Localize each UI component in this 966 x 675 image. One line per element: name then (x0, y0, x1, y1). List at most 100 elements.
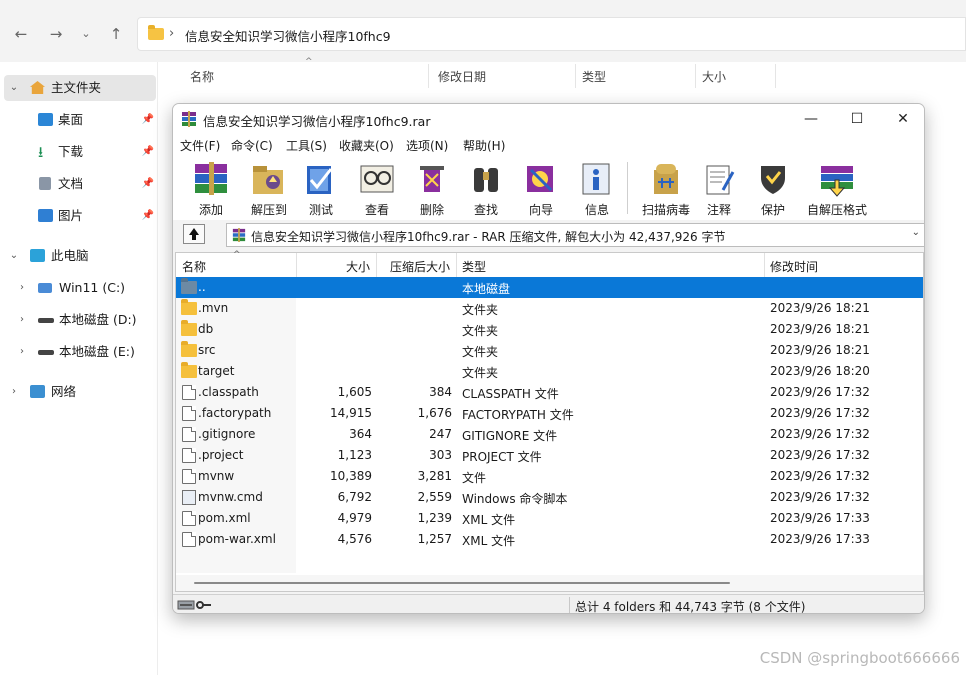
wizard-button[interactable]: 向导 (519, 158, 563, 218)
cell-name: pom-war.xml (198, 532, 276, 546)
drive-icon (38, 350, 54, 355)
forward-arrow-icon[interactable]: → (43, 22, 69, 46)
tool-label: 扫描病毒 (641, 203, 690, 217)
cell-type: 文件夹 (462, 345, 499, 359)
sidebar-item-drive-e[interactable]: › 本地磁盘 (E:) (0, 339, 154, 365)
table-row[interactable]: .factorypath 14,915 1,676 FACTORYPATH 文件 202… (176, 403, 923, 424)
column-divider[interactable] (376, 253, 377, 277)
scan-virus-button[interactable]: 扫描病毒 (633, 158, 699, 218)
menu-file[interactable]: 文件(F) (180, 137, 220, 154)
table-row[interactable]: pom-war.xml 4,576 1,257 XML 文件 2023/9/26 17:… (176, 529, 923, 550)
header-packed[interactable]: 压缩后大小 (390, 258, 450, 275)
menu-options[interactable]: 选项(N) (406, 137, 448, 154)
cell-type: 文件夹 (462, 303, 499, 317)
column-name[interactable]: 名称 (190, 68, 214, 85)
table-row[interactable]: .gitignore 364 247 GITIGNORE 文件 2023/9/26 17… (176, 424, 923, 445)
sidebar-item-drive-c[interactable]: › Win11 (C:) (0, 275, 154, 301)
cell-name: mvnw.cmd (198, 490, 263, 504)
back-arrow-icon[interactable]: ← (8, 22, 34, 46)
chevron-down-icon[interactable]: ⌄ (8, 243, 20, 269)
close-icon[interactable]: ✕ (880, 104, 924, 134)
column-modified[interactable]: 修改日期 (438, 68, 486, 85)
table-row[interactable]: .classpath 1,605 384 CLASSPATH 文件 2023/9/26 … (176, 382, 923, 403)
tool-label: 向导 (528, 203, 553, 217)
file-icon (182, 385, 196, 400)
sidebar-item-pictures[interactable]: 图片 📌 (0, 203, 154, 229)
column-divider[interactable] (575, 64, 576, 88)
chevron-down-icon[interactable]: ⌄ (8, 75, 20, 101)
column-divider[interactable] (296, 253, 297, 277)
chevron-right-icon[interactable]: › (16, 275, 28, 301)
table-row[interactable]: target 文件夹 2023/9/26 18:20 (176, 361, 923, 382)
cell-name: mvnw (198, 469, 235, 483)
menu-tools[interactable]: 工具(S) (286, 137, 327, 154)
maximize-icon[interactable]: ☐ (834, 104, 880, 134)
recent-chevron-icon[interactable]: ⌄ (73, 22, 99, 46)
column-divider[interactable] (456, 253, 457, 277)
view-button[interactable]: 查看 (355, 158, 399, 218)
sidebar-item-label: 文档 (58, 176, 84, 191)
test-button[interactable]: 测试 (299, 158, 343, 218)
header-size[interactable]: 大小 (346, 258, 370, 275)
sidebar-item-documents[interactable]: 文档 📌 (0, 171, 154, 197)
cell-modified: 2023/9/26 17:32 (770, 427, 870, 441)
windows-drive-icon (38, 283, 52, 293)
scrollbar-thumb[interactable] (194, 582, 730, 584)
pin-icon[interactable]: 📌 (142, 107, 154, 133)
info-button[interactable]: 信息 (575, 158, 619, 218)
column-size[interactable]: 大小 (702, 68, 726, 85)
extract-to-button[interactable]: 解压到 (239, 158, 299, 218)
table-row[interactable]: .. 本地磁盘 (176, 277, 923, 298)
pin-icon[interactable]: 📌 (142, 203, 154, 229)
drive-key-icon[interactable] (177, 598, 213, 612)
table-row[interactable]: .mvn 文件夹 2023/9/26 18:21 (176, 298, 923, 319)
address-bar[interactable]: › 信息安全知识学习微信小程序10fhc9 (137, 17, 966, 51)
column-divider[interactable] (775, 64, 776, 88)
pin-icon[interactable]: 📌 (142, 171, 154, 197)
sidebar-item-network[interactable]: › 网络 (0, 379, 154, 405)
header-type[interactable]: 类型 (462, 258, 486, 275)
table-row[interactable]: mvnw.cmd 6,792 2,559 Windows 命令脚本 2023/9/26 … (176, 487, 923, 508)
horizontal-scrollbar[interactable] (176, 575, 923, 591)
sidebar-item-drive-d[interactable]: › 本地磁盘 (D:) (0, 307, 154, 333)
table-row[interactable]: db 文件夹 2023/9/26 18:21 (176, 319, 923, 340)
column-divider[interactable] (764, 253, 765, 277)
chevron-right-icon[interactable]: › (8, 379, 20, 405)
column-divider[interactable] (428, 64, 429, 88)
table-row[interactable]: .project 1,123 303 PROJECT 文件 2023/9/26 17:3… (176, 445, 923, 466)
sidebar-item-home[interactable]: ⌄ 主文件夹 (4, 75, 156, 101)
header-name[interactable]: 名称 (182, 258, 206, 275)
menu-favorites[interactable]: 收藏夹(O) (339, 137, 394, 154)
chevron-right-icon[interactable]: › (16, 339, 28, 365)
menu-help[interactable]: 帮助(H) (463, 137, 505, 154)
table-row[interactable]: src 文件夹 2023/9/26 18:21 (176, 340, 923, 361)
protect-button[interactable]: 保护 (751, 158, 795, 218)
chevron-right-icon[interactable]: › (16, 307, 28, 333)
pin-icon[interactable]: 📌 (142, 139, 154, 165)
up-folder-button[interactable] (183, 224, 205, 244)
column-type[interactable]: 类型 (582, 68, 606, 85)
header-modified[interactable]: 修改时间 (770, 258, 818, 275)
up-arrow-icon[interactable]: ↑ (103, 22, 129, 46)
title-bar[interactable]: 信息安全知识学习微信小程序10fhc9.rar — ☐ ✕ (173, 104, 924, 134)
cell-modified: 2023/9/26 18:21 (770, 322, 870, 336)
delete-button[interactable]: 删除 (410, 158, 454, 218)
chevron-down-icon[interactable]: ⌄ (912, 227, 920, 238)
archive-path-combo[interactable]: 信息安全知识学习微信小程序10fhc9.rar - RAR 压缩文件, 解包大小… (226, 223, 924, 247)
info-icon (582, 163, 610, 195)
sidebar-item-this-pc[interactable]: ⌄ 此电脑 (0, 243, 154, 269)
sidebar-item-desktop[interactable]: 桌面 📌 (0, 107, 154, 133)
comment-button[interactable]: 注释 (697, 158, 741, 218)
column-divider[interactable] (695, 64, 696, 88)
shield-icon (761, 166, 785, 194)
menu-commands[interactable]: 命令(C) (231, 137, 273, 154)
sfx-button[interactable]: 自解压格式 (801, 158, 873, 218)
cell-modified: 2023/9/26 17:32 (770, 385, 870, 399)
table-row[interactable]: pom.xml 4,979 1,239 XML 文件 2023/9/26 17:33 (176, 508, 923, 529)
find-button[interactable]: 查找 (464, 158, 508, 218)
minimize-icon[interactable]: — (788, 104, 834, 134)
sidebar-item-downloads[interactable]: ⭳ 下载 📌 (0, 139, 154, 165)
add-button[interactable]: 添加 (181, 158, 241, 218)
cell-modified: 2023/9/26 18:20 (770, 364, 870, 378)
table-row[interactable]: mvnw 10,389 3,281 文件 2023/9/26 17:32 (176, 466, 923, 487)
